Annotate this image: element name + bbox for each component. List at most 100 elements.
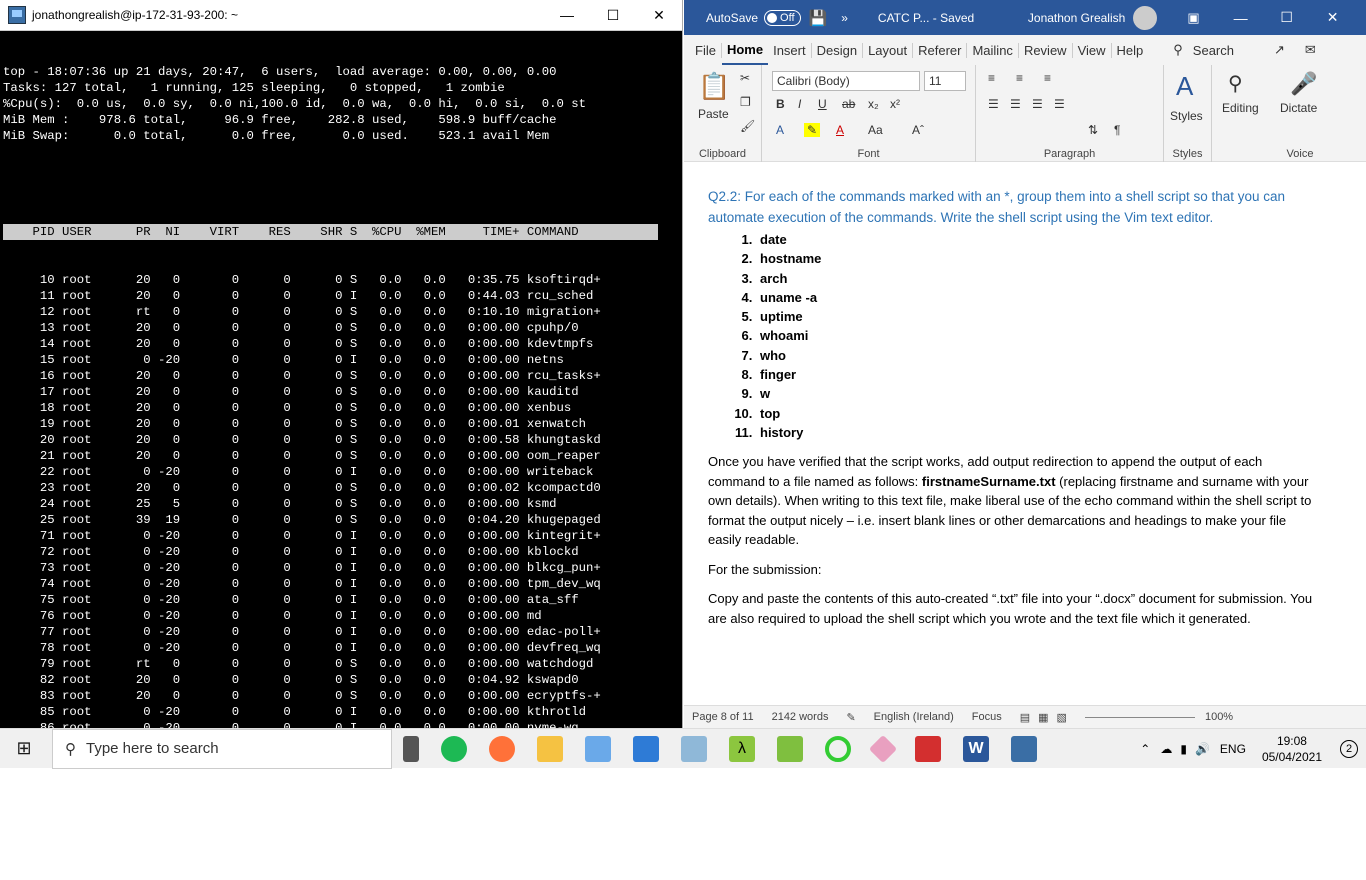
font-color-icon[interactable]: A bbox=[836, 123, 844, 137]
underline-button[interactable]: U bbox=[818, 97, 827, 111]
terminal-titlebar[interactable]: jonathongrealish@ip-172-31-93-200: ~ — ☐… bbox=[0, 0, 682, 31]
tab-home[interactable]: Home bbox=[721, 35, 769, 65]
paste-button[interactable]: Paste bbox=[698, 107, 729, 121]
grow-font-icon[interactable]: Aˆ bbox=[912, 123, 924, 137]
proofing-icon[interactable]: ✎ bbox=[846, 711, 855, 724]
bold-button[interactable]: B bbox=[776, 97, 785, 111]
spotify-icon[interactable] bbox=[441, 735, 467, 762]
styles-icon[interactable]: A bbox=[1176, 71, 1193, 102]
subscript-button[interactable]: x₂ bbox=[868, 97, 879, 111]
word-icon[interactable]: W bbox=[963, 735, 989, 762]
tab-review[interactable]: Review bbox=[1019, 42, 1073, 58]
control-panel-icon[interactable] bbox=[633, 735, 659, 762]
styles-button[interactable]: Styles bbox=[1170, 109, 1203, 123]
comments-icon[interactable]: ✉ bbox=[1300, 42, 1321, 58]
date: 05/04/2021 bbox=[1261, 749, 1322, 764]
justify-icon[interactable]: ☰ bbox=[1054, 97, 1065, 111]
battery-icon[interactable]: ▮ bbox=[1180, 742, 1187, 756]
ribbon-display-icon[interactable]: ▣ bbox=[1187, 10, 1199, 26]
paste-icon[interactable]: 📋 bbox=[698, 71, 730, 102]
taskbar-search[interactable]: ⚲ Type here to search bbox=[52, 728, 392, 769]
bullets-icon[interactable]: ≡ bbox=[988, 71, 995, 85]
zoom-level[interactable]: 100% bbox=[1205, 711, 1233, 723]
sort-icon[interactable]: ⇅ bbox=[1088, 123, 1098, 137]
tab-help[interactable]: Help bbox=[1112, 43, 1149, 58]
word-count[interactable]: 2142 words bbox=[772, 711, 829, 723]
clock[interactable]: 19:08 05/04/2021 bbox=[1262, 733, 1322, 765]
notifications-badge[interactable]: 2 bbox=[1340, 739, 1358, 758]
maximize-button[interactable]: ☐ bbox=[590, 0, 636, 31]
putty-taskbar-icon[interactable] bbox=[1011, 735, 1037, 762]
superscript-button[interactable]: x² bbox=[890, 97, 900, 111]
language[interactable]: English (Ireland) bbox=[874, 711, 954, 723]
word-maximize-button[interactable]: ☐ bbox=[1264, 2, 1310, 33]
numbering-icon[interactable]: ≡ bbox=[1016, 71, 1023, 85]
editing-button[interactable]: Editing bbox=[1222, 101, 1259, 115]
strikethrough-button[interactable]: ab bbox=[842, 97, 855, 111]
process-row: 85 root 0 -20 0 0 0 I 0.0 0.0 0:00.00 kt… bbox=[3, 705, 586, 719]
format-painter-icon[interactable]: 🖌 bbox=[740, 119, 755, 133]
copy-icon[interactable]: ❐ bbox=[740, 95, 751, 109]
firefox-icon[interactable] bbox=[489, 735, 515, 762]
multilevel-list-icon[interactable]: ≡ bbox=[1044, 71, 1051, 85]
paint-app-icon[interactable] bbox=[868, 734, 898, 763]
save-icon[interactable]: 💾 bbox=[809, 9, 828, 27]
cut-icon[interactable]: ✂ bbox=[740, 71, 750, 85]
language-indicator[interactable]: ENG bbox=[1220, 742, 1246, 756]
minimize-button[interactable]: — bbox=[544, 0, 590, 31]
read-mode-icon[interactable]: ▤ bbox=[1020, 711, 1030, 724]
tab-file[interactable]: File bbox=[690, 42, 722, 58]
file-explorer-icon[interactable] bbox=[537, 735, 563, 762]
font-size-dropdown[interactable]: 11 bbox=[924, 71, 966, 91]
tab-references[interactable]: Referer bbox=[913, 42, 968, 58]
highlight-icon[interactable]: ✎ bbox=[804, 123, 821, 137]
find-icon[interactable]: ⚲ bbox=[1228, 71, 1243, 96]
tab-insert[interactable]: Insert bbox=[768, 42, 812, 58]
italic-button[interactable]: I bbox=[798, 97, 801, 111]
tab-mailings[interactable]: Mailinc bbox=[967, 42, 1019, 58]
circle-app-icon[interactable] bbox=[825, 735, 851, 762]
volume-icon[interactable]: 🔊 bbox=[1195, 742, 1210, 756]
avatar[interactable] bbox=[1133, 5, 1158, 30]
dictate-button[interactable]: Dictate bbox=[1280, 101, 1317, 115]
document-canvas[interactable]: Q2.2: For each of the commands marked wi… bbox=[684, 162, 1366, 705]
word-titlebar[interactable]: AutoSave Off 💾 » CATC P... - Saved Jonat… bbox=[684, 0, 1366, 35]
center-icon[interactable]: ☰ bbox=[1010, 97, 1021, 111]
task-view-icon[interactable] bbox=[403, 735, 419, 762]
terminal-window[interactable]: jonathongrealish@ip-172-31-93-200: ~ — ☐… bbox=[0, 0, 683, 847]
change-case-icon[interactable]: Aa bbox=[868, 123, 883, 137]
tab-design[interactable]: Design bbox=[812, 42, 864, 58]
network-icon[interactable]: ☁ bbox=[1160, 742, 1172, 756]
pilcrow-icon[interactable]: ¶ bbox=[1114, 123, 1120, 137]
more-commands-icon[interactable]: » bbox=[841, 11, 848, 25]
page-count[interactable]: Page 8 of 11 bbox=[692, 711, 754, 723]
print-layout-icon[interactable]: ▦ bbox=[1038, 711, 1048, 724]
microphone-icon[interactable]: 🎤 bbox=[1290, 71, 1317, 97]
chart-app-icon[interactable] bbox=[777, 735, 803, 762]
tab-view[interactable]: View bbox=[1073, 42, 1112, 58]
text-effects-icon[interactable]: A bbox=[776, 123, 784, 137]
font-name-dropdown[interactable]: Calibri (Body) bbox=[772, 71, 920, 91]
share-icon[interactable]: ↗ bbox=[1269, 42, 1290, 58]
acrobat-icon[interactable] bbox=[915, 735, 941, 762]
search-icon[interactable]: ⚲ bbox=[1168, 42, 1188, 58]
word-window[interactable]: AutoSave Off 💾 » CATC P... - Saved Jonat… bbox=[684, 0, 1366, 728]
zoom-slider[interactable] bbox=[1084, 716, 1195, 718]
tab-layout[interactable]: Layout bbox=[863, 42, 914, 58]
show-hidden-icons[interactable]: ⌃ bbox=[1140, 742, 1150, 756]
windows-start-icon[interactable]: ⊞ bbox=[0, 738, 48, 759]
autosave-toggle[interactable]: Off bbox=[764, 9, 801, 26]
word-minimize-button[interactable]: — bbox=[1218, 2, 1264, 33]
virtualbox-icon[interactable] bbox=[681, 735, 707, 762]
terminal-output[interactable]: top - 18:07:36 up 21 days, 20:47, 6 user… bbox=[0, 31, 683, 847]
lambda-icon[interactable]: λ bbox=[729, 735, 755, 762]
photos-icon[interactable] bbox=[585, 735, 611, 762]
document-page[interactable]: Q2.2: For each of the commands marked wi… bbox=[708, 186, 1318, 628]
word-close-button[interactable]: ✕ bbox=[1310, 2, 1356, 33]
focus-button[interactable]: Focus bbox=[972, 711, 1002, 723]
ribbon-search[interactable]: Search bbox=[1188, 43, 1239, 58]
align-left-icon[interactable]: ☰ bbox=[988, 97, 999, 111]
close-button[interactable]: ✕ bbox=[636, 0, 682, 31]
web-layout-icon[interactable]: ▧ bbox=[1057, 711, 1067, 724]
align-right-icon[interactable]: ☰ bbox=[1032, 97, 1043, 111]
